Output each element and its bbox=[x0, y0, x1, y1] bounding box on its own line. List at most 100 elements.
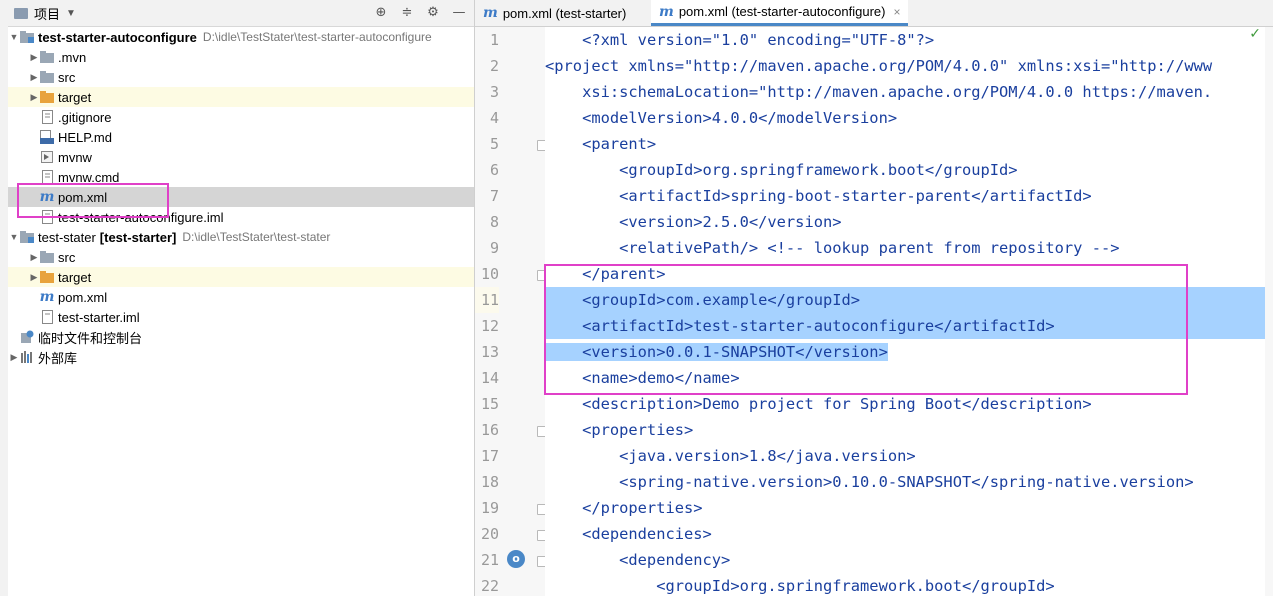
maven-dependency-gutter-icon[interactable]: o bbox=[507, 550, 525, 568]
text-file-icon bbox=[40, 170, 54, 184]
tree-item-label: .mvn bbox=[58, 49, 87, 65]
tab-pom-autoconfigure[interactable]: m pom.xml (test-starter-autoconfigure) × bbox=[651, 0, 909, 26]
line-number: 17 bbox=[480, 447, 499, 465]
editor-gutter: 1 2 3 4 5 6 7 8 9 10 11 12 13 14 15 16 1… bbox=[475, 27, 548, 596]
text-file-icon bbox=[40, 110, 54, 124]
maven-file-icon: m bbox=[39, 289, 55, 305]
tree-item-label: 外部库 bbox=[38, 350, 78, 366]
line-number: 6 bbox=[489, 161, 499, 179]
tree-item-scratches[interactable]: 临时文件和控制台 bbox=[8, 327, 474, 347]
line-number: 9 bbox=[489, 239, 499, 257]
line-number: 20 bbox=[480, 525, 499, 543]
code-line: <dependencies> bbox=[545, 521, 1265, 547]
code-line: <description>Demo project for Spring Boo… bbox=[545, 391, 1265, 417]
close-icon[interactable]: × bbox=[893, 5, 900, 19]
code-text: <groupId>com.example</groupId> bbox=[545, 291, 861, 309]
code-text: <dependency> bbox=[545, 551, 731, 569]
folder-icon bbox=[40, 70, 54, 84]
excluded-folder-icon bbox=[40, 270, 54, 284]
tree-item-label: test-starter-autoconfigure.iml bbox=[58, 209, 224, 225]
tree-item-label: test-stater bbox=[38, 229, 96, 245]
tree-item-target[interactable]: ▶ target bbox=[8, 87, 474, 107]
code-text: <?xml version="1.0" encoding="UTF-8"?> bbox=[582, 31, 935, 49]
code-line: xsi:schemaLocation="http://maven.apache.… bbox=[545, 79, 1265, 105]
line-number: 22 bbox=[480, 577, 499, 595]
tab-pom-test-starter[interactable]: m pom.xml (test-starter) bbox=[475, 0, 634, 26]
code-text: <properties> bbox=[545, 421, 694, 439]
line-number: 18 bbox=[480, 473, 499, 491]
tree-item-iml[interactable]: test-starter-autoconfigure.iml bbox=[8, 207, 474, 227]
module-folder-icon bbox=[20, 30, 34, 44]
module-file-icon bbox=[40, 310, 54, 324]
collapsed-arrow-icon[interactable]: ▶ bbox=[28, 252, 40, 263]
scratches-icon bbox=[20, 330, 34, 344]
tree-item-label: test-starter-autoconfigure bbox=[38, 29, 197, 45]
line-number: 15 bbox=[480, 395, 499, 413]
collapsed-arrow-icon[interactable]: ▶ bbox=[28, 92, 40, 103]
code-text: <version>2.5.0</version> bbox=[545, 213, 842, 231]
line-number: 13 bbox=[480, 343, 499, 361]
chevron-down-icon: ▼ bbox=[66, 8, 76, 19]
code-text: <artifactId>spring-boot-starter-parent</… bbox=[545, 187, 1092, 205]
line-number-current: 11 bbox=[475, 287, 499, 313]
tree-item-label: mvnw.cmd bbox=[58, 169, 120, 185]
tree-item-pom-xml-2[interactable]: m pom.xml bbox=[8, 287, 474, 307]
expanded-arrow-icon[interactable]: ▼ bbox=[8, 32, 20, 42]
code-editor[interactable]: <?xml version="1.0" encoding="UTF-8"?> <… bbox=[545, 27, 1265, 596]
line-number: 21 bbox=[480, 551, 499, 569]
tree-item-mvnw[interactable]: mvnw bbox=[8, 147, 474, 167]
tree-item-mvn[interactable]: ▶ .mvn bbox=[8, 47, 474, 67]
code-line-selected: <groupId>com.example</groupId> bbox=[545, 287, 1265, 313]
code-text: <artifactId>test-starter-autoconfigure</… bbox=[545, 317, 1055, 335]
gear-icon[interactable]: ⚙ bbox=[424, 3, 442, 21]
code-line: <dependency> bbox=[545, 547, 1265, 573]
tree-item-src-2[interactable]: ▶ src bbox=[8, 247, 474, 267]
project-view-selector[interactable]: 项目 ▼ bbox=[14, 4, 76, 23]
tree-item-gitignore[interactable]: .gitignore bbox=[8, 107, 474, 127]
collapsed-arrow-icon[interactable]: ▶ bbox=[28, 52, 40, 63]
collapsed-arrow-icon[interactable]: ▶ bbox=[28, 72, 40, 83]
tree-item-help-md[interactable]: HELP.md bbox=[8, 127, 474, 147]
editor-scrollbar[interactable] bbox=[1265, 27, 1273, 596]
collapse-all-icon[interactable]: ≑ bbox=[398, 3, 416, 21]
maven-file-icon: m bbox=[39, 189, 55, 205]
tree-item-label: .gitignore bbox=[58, 109, 112, 125]
code-line: <version>2.5.0</version> bbox=[545, 209, 1265, 235]
editor-tab-bar: m pom.xml (test-starter) m pom.xml (test… bbox=[475, 0, 1273, 27]
tree-item-mvnw-cmd[interactable]: mvnw.cmd bbox=[8, 167, 474, 187]
tree-item-target-2[interactable]: ▶ target bbox=[8, 267, 474, 287]
code-line: <parent> bbox=[545, 131, 1265, 157]
tree-item-module-stater[interactable]: ▼ test-stater [test-starter] D:\idle\Tes… bbox=[8, 227, 474, 247]
collapsed-arrow-icon[interactable]: ▶ bbox=[28, 272, 40, 283]
line-number: 5 bbox=[489, 135, 499, 153]
expanded-arrow-icon[interactable]: ▼ bbox=[8, 232, 20, 242]
code-text: <java.version>1.8</java.version> bbox=[545, 447, 916, 465]
code-text: <spring-native.version>0.10.0-SNAPSHOT</… bbox=[545, 473, 1194, 491]
tree-item-label: mvnw bbox=[58, 149, 92, 165]
tree-item-pom-xml-selected[interactable]: m pom.xml bbox=[8, 187, 474, 207]
line-number: 2 bbox=[489, 57, 499, 75]
locate-icon[interactable]: ⊕ bbox=[372, 3, 390, 21]
tree-item-iml-2[interactable]: test-starter.iml bbox=[8, 307, 474, 327]
line-number: 1 bbox=[489, 31, 499, 49]
tree-item-external-libs[interactable]: ▶ 外部库 bbox=[8, 347, 474, 367]
code-text: </properties> bbox=[545, 499, 703, 517]
folder-icon bbox=[40, 50, 54, 64]
code-line: <properties> bbox=[545, 417, 1265, 443]
line-number: 16 bbox=[480, 421, 499, 439]
tree-item-src[interactable]: ▶ src bbox=[8, 67, 474, 87]
code-line: <groupId>org.springframework.boot</group… bbox=[545, 573, 1265, 596]
tree-item-label: target bbox=[58, 269, 92, 285]
module-path: D:\idle\TestStater\test-starter-autoconf… bbox=[202, 30, 432, 44]
code-text: <relativePath/> <!-- lookup parent from … bbox=[545, 239, 1120, 257]
minimize-icon[interactable]: — bbox=[450, 3, 468, 21]
line-number: 7 bbox=[489, 187, 499, 205]
module-path: D:\idle\TestStater\test-stater bbox=[182, 230, 331, 244]
code-text: <groupId>org.springframework.boot</group… bbox=[545, 161, 1018, 179]
inspection-ok-icon[interactable]: ✓ bbox=[1249, 26, 1261, 42]
tab-label: pom.xml (test-starter-autoconfigure) bbox=[678, 4, 886, 19]
tree-item-module-autoconfigure[interactable]: ▼ test-starter-autoconfigure D:\idle\Tes… bbox=[8, 27, 474, 47]
collapsed-arrow-icon[interactable]: ▶ bbox=[8, 352, 20, 363]
code-text: <name>demo</name> bbox=[545, 369, 740, 387]
line-number: 3 bbox=[489, 83, 499, 101]
